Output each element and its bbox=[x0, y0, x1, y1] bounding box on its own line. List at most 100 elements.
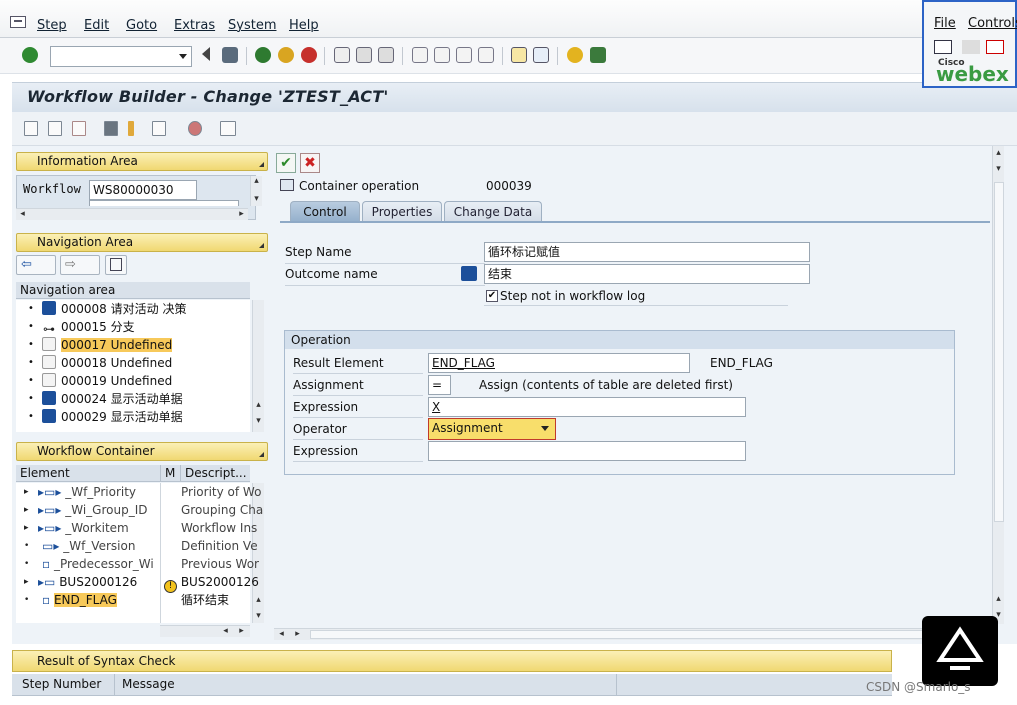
scroll-up-icon[interactable]: ▴ bbox=[253, 595, 264, 606]
detail-horizontal-scrollbar[interactable]: ◂ ▸ bbox=[274, 628, 992, 640]
system-menu-icon[interactable] bbox=[10, 16, 26, 28]
container-row[interactable]: ▸ ▸▭ BUS2000126 bbox=[24, 573, 137, 591]
navigation-row[interactable]: • 000018 Undefined bbox=[28, 354, 172, 372]
chevron-down-icon[interactable] bbox=[541, 426, 549, 431]
scroll-up-icon[interactable]: ▴ bbox=[253, 400, 264, 411]
first-page-icon[interactable] bbox=[412, 47, 428, 63]
syntax-check-header[interactable]: Result of Syntax Check bbox=[12, 650, 892, 672]
step-name-field[interactable]: 循环标记赋值 bbox=[484, 242, 810, 262]
container-horizontal-scrollbar[interactable]: ◂ ▸ bbox=[160, 625, 250, 637]
open-folder-icon[interactable] bbox=[934, 40, 952, 54]
container-row[interactable]: • ▫ _Predecessor_Wi bbox=[24, 555, 154, 573]
menu-edit[interactable]: Edit bbox=[84, 18, 109, 33]
new-session-icon[interactable] bbox=[511, 47, 527, 63]
enter-check-icon[interactable] bbox=[22, 47, 38, 63]
shortcut-icon[interactable] bbox=[533, 47, 549, 63]
transfer-check-icon[interactable]: ✔ bbox=[276, 153, 296, 173]
activate-icon[interactable] bbox=[128, 121, 134, 136]
find-next-icon[interactable] bbox=[378, 47, 394, 63]
scroll-up-icon[interactable]: ▴ bbox=[993, 148, 1004, 159]
expression2-field[interactable] bbox=[428, 441, 746, 461]
scroll-left-icon[interactable]: ◂ bbox=[276, 629, 287, 640]
container-row[interactable]: ▸ ▸▭▸ _Wi_Group_ID bbox=[24, 501, 147, 519]
layout-menu-icon[interactable] bbox=[590, 47, 606, 63]
container-row-selected[interactable]: • ▫ END_FLAG bbox=[24, 591, 117, 609]
previous-page-icon[interactable] bbox=[434, 47, 450, 63]
result-element-field[interactable]: END_FLAG bbox=[428, 353, 690, 373]
find-icon[interactable] bbox=[356, 47, 372, 63]
menu-system[interactable]: System bbox=[228, 18, 276, 33]
nav-tree-button[interactable] bbox=[105, 255, 127, 275]
back-icon[interactable] bbox=[202, 47, 210, 61]
information-area-header[interactable]: Information Area bbox=[16, 152, 268, 171]
scroll-right-icon[interactable]: ▸ bbox=[292, 629, 303, 640]
print-icon[interactable] bbox=[334, 47, 350, 63]
webex-menu-controls[interactable]: Controls bbox=[968, 16, 1017, 31]
container-row[interactable]: ▸ ▸▭▸ _Wf_Priority bbox=[24, 483, 136, 501]
scroll-left-icon[interactable]: ◂ bbox=[220, 626, 231, 637]
scroll-down-icon[interactable]: ▾ bbox=[253, 611, 264, 622]
navigation-row[interactable]: • 000029 显示活动单据 bbox=[28, 408, 183, 426]
info-horizontal-scrollbar[interactable]: ◂ ▸ bbox=[16, 208, 248, 220]
scroll-down-icon[interactable]: ▾ bbox=[993, 164, 1004, 175]
last-page-icon[interactable] bbox=[478, 47, 494, 63]
scroll-down-icon[interactable]: ▾ bbox=[253, 416, 264, 427]
chevron-down-icon[interactable] bbox=[179, 54, 187, 59]
navigation-row-selected[interactable]: • 000017 Undefined bbox=[28, 336, 173, 354]
new-icon[interactable] bbox=[24, 121, 38, 136]
pause-icon[interactable] bbox=[986, 40, 1004, 54]
menu-help[interactable]: Help bbox=[289, 18, 319, 33]
info-vertical-scrollbar[interactable]: ▴ ▾ bbox=[250, 176, 262, 206]
list-icon[interactable] bbox=[220, 121, 236, 136]
next-page-icon[interactable] bbox=[456, 47, 472, 63]
expression-field[interactable]: X bbox=[428, 397, 746, 417]
navigation-row[interactable]: • 000008 请对活动 决策 bbox=[28, 300, 186, 318]
cancel-icon[interactable] bbox=[301, 47, 317, 63]
tab-control[interactable]: Control bbox=[290, 201, 360, 221]
operator-select[interactable]: Assignment bbox=[428, 418, 556, 440]
navigation-area-header[interactable]: Navigation Area bbox=[16, 233, 268, 252]
scroll-right-icon[interactable]: ▸ bbox=[236, 209, 247, 220]
cancel-cross-icon[interactable]: ✖ bbox=[300, 153, 320, 173]
tab-properties[interactable]: Properties bbox=[362, 201, 442, 221]
column-message[interactable]: Message bbox=[122, 677, 175, 691]
back-green-icon[interactable] bbox=[255, 47, 271, 63]
step-not-in-log-checkbox[interactable]: ✔ bbox=[486, 290, 498, 302]
menu-step[interactable]: Step bbox=[37, 18, 67, 33]
nav-forward-button[interactable]: ⇨ bbox=[60, 255, 100, 275]
test-icon[interactable] bbox=[152, 121, 166, 136]
column-step-number[interactable]: Step Number bbox=[22, 677, 101, 691]
exit-icon[interactable] bbox=[278, 47, 294, 63]
column-m[interactable]: M bbox=[160, 465, 180, 482]
navigation-row[interactable]: • 000019 Undefined bbox=[28, 372, 172, 390]
column-description[interactable]: Descript... bbox=[180, 465, 250, 482]
scrollbar-thumb[interactable] bbox=[310, 630, 930, 639]
outcome-icon[interactable] bbox=[461, 266, 477, 281]
workflow-container-header[interactable]: Workflow Container bbox=[16, 442, 268, 461]
nav-back-button[interactable]: ⇦ bbox=[16, 255, 56, 275]
workflow-version-field[interactable] bbox=[89, 200, 239, 206]
workflow-id-field[interactable]: WS80000030 bbox=[89, 180, 197, 200]
scroll-right-icon[interactable]: ▸ bbox=[236, 626, 247, 637]
column-element[interactable]: Element bbox=[16, 465, 160, 482]
tab-change-data[interactable]: Change Data bbox=[444, 201, 542, 221]
basic-data-icon[interactable] bbox=[188, 121, 202, 136]
assignment-field[interactable]: = bbox=[428, 375, 451, 395]
container-row[interactable]: • ▭▸ _Wf_Version bbox=[24, 537, 135, 555]
help-icon[interactable] bbox=[567, 47, 583, 63]
save-icon[interactable] bbox=[222, 47, 238, 63]
navigation-row[interactable]: • 000024 显示活动单据 bbox=[28, 390, 183, 408]
menu-goto[interactable]: Goto bbox=[126, 18, 157, 33]
navigation-vertical-scrollbar[interactable]: ▴ ▾ bbox=[252, 300, 264, 432]
scrollbar-thumb[interactable] bbox=[994, 182, 1004, 522]
scroll-down-icon[interactable]: ▾ bbox=[251, 194, 262, 205]
scroll-left-icon[interactable]: ◂ bbox=[17, 209, 28, 220]
container-row[interactable]: ▸ ▸▭▸ _Workitem bbox=[24, 519, 129, 537]
detail-vertical-scrollbar[interactable]: ▴ ▾ ▴ ▾ bbox=[992, 146, 1004, 624]
outcome-name-field[interactable]: 结束 bbox=[484, 264, 810, 284]
command-field[interactable] bbox=[50, 46, 192, 67]
play-icon[interactable] bbox=[962, 40, 980, 54]
scroll-up-icon[interactable]: ▴ bbox=[993, 594, 1004, 605]
check-icon[interactable] bbox=[72, 121, 86, 136]
menu-extras[interactable]: Extras bbox=[174, 18, 215, 33]
